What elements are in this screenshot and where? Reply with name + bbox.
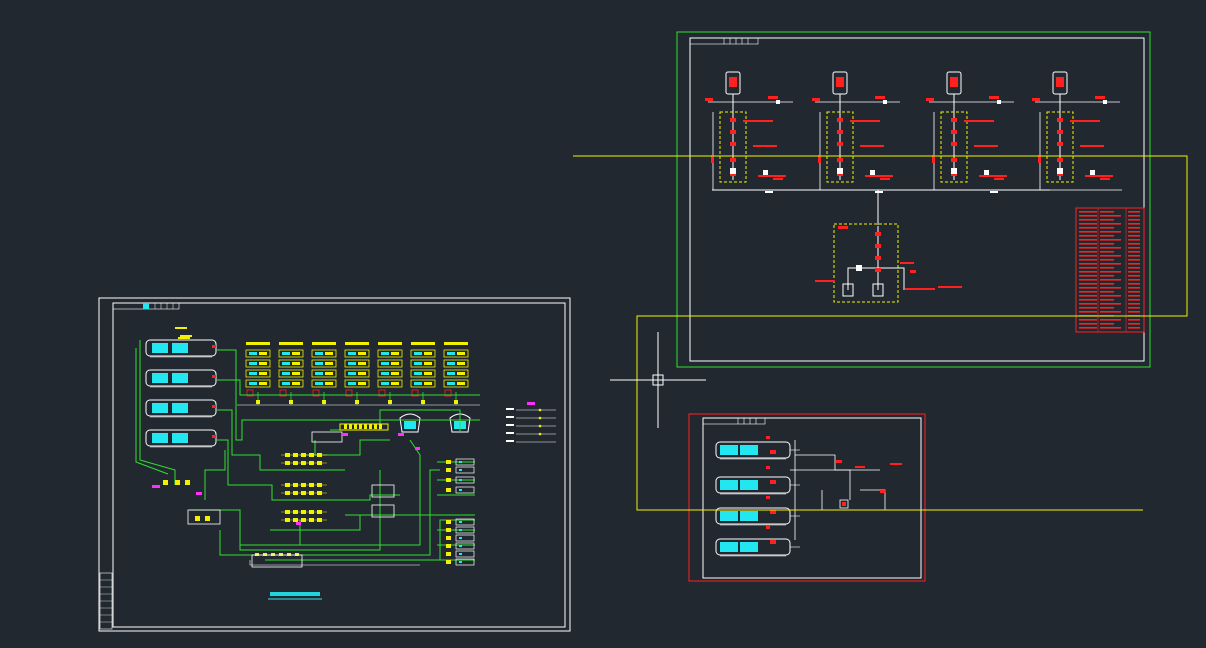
bottom-right-piping xyxy=(790,440,886,540)
chiller-icon xyxy=(715,538,800,557)
terminal-unit-icon xyxy=(446,550,475,558)
air-handling-unit-column xyxy=(245,342,271,405)
pump-icon xyxy=(281,483,327,487)
cad-drawing-canvas[interactable] xyxy=(0,0,1206,648)
condenser-water-piping xyxy=(237,404,480,566)
cooling-tower-icon xyxy=(399,413,421,433)
top-right-sheet-title-strip xyxy=(689,37,759,45)
left-chiller-group xyxy=(145,327,217,448)
bottom-right-chiller-group xyxy=(715,441,800,557)
air-handling-unit-column xyxy=(311,342,337,405)
chiller-icon xyxy=(715,476,800,495)
top-right-drawing-sheet xyxy=(676,31,1151,368)
top-right-sheet-outer-border xyxy=(676,31,1151,368)
air-handling-unit-column xyxy=(443,342,469,405)
distribution-header xyxy=(187,423,395,568)
left-sheet-outer-border xyxy=(98,297,571,632)
air-handling-unit-column xyxy=(377,342,403,405)
terminal-unit-icon xyxy=(446,534,475,542)
chiller-icon xyxy=(145,369,217,388)
air-handling-unit-column xyxy=(344,342,370,405)
hot-water-collector xyxy=(815,190,962,303)
left-sheet-revision-block xyxy=(99,572,113,630)
pump-icon xyxy=(281,491,327,495)
water-heater-group xyxy=(705,71,1122,193)
pump-icon xyxy=(281,510,327,514)
water-heater-icon xyxy=(705,71,795,191)
pump-icon xyxy=(281,461,327,465)
bottom-right-valves xyxy=(766,436,902,544)
left-legend xyxy=(506,402,556,443)
air-handling-unit-grid xyxy=(245,342,469,405)
air-handling-unit-column xyxy=(278,342,304,405)
chiller-icon xyxy=(145,339,217,358)
viewport-frames xyxy=(573,155,1188,511)
terminal-unit-icon xyxy=(446,466,475,474)
pump-icon xyxy=(281,518,327,522)
terminal-unit-column xyxy=(446,458,475,566)
chiller-icon xyxy=(145,399,217,418)
terminal-unit-icon xyxy=(446,486,475,494)
chiller-icon xyxy=(715,441,800,460)
terminal-unit-icon xyxy=(446,542,475,550)
left-sheet-title-strip xyxy=(112,302,180,310)
chiller-tag-labels xyxy=(175,327,192,339)
left-drawing-title xyxy=(268,592,322,600)
bottom-right-drawing-sheet xyxy=(688,413,926,582)
left-drawing-sheet xyxy=(98,297,571,632)
chiller-icon xyxy=(145,429,217,448)
equipment-spec-table xyxy=(1075,207,1145,333)
water-heater-icon xyxy=(1032,71,1122,191)
air-handling-unit-column xyxy=(410,342,436,405)
water-heater-icon xyxy=(926,71,1016,191)
pump-icon xyxy=(281,453,327,457)
chiller-icon xyxy=(715,507,800,526)
bottom-right-sheet-title-strip xyxy=(702,417,766,425)
water-heater-icon xyxy=(812,71,902,191)
